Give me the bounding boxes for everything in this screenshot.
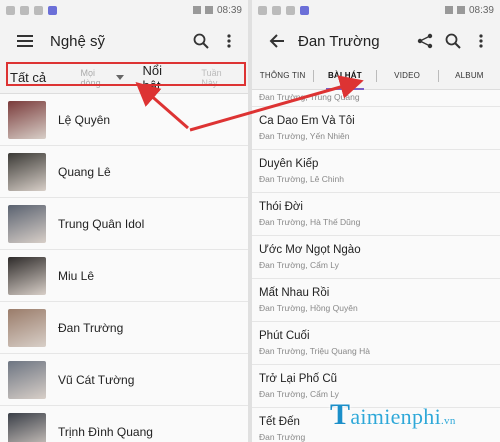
artist-avatar (8, 152, 46, 191)
search-icon[interactable] (442, 30, 464, 52)
signal-icon (444, 6, 453, 14)
more-options-icon[interactable] (218, 30, 240, 52)
search-icon[interactable] (190, 30, 212, 52)
status-bar: 08:39 (0, 0, 248, 20)
song-artists: Đan Trường, Hồng Quyên (259, 303, 358, 313)
artist-name: Quang Lê (58, 164, 111, 179)
song-title: Mất Nhau Rồi (259, 287, 330, 299)
notification-icon (6, 5, 15, 15)
song-row[interactable]: Duyên Kiếp Đan Trường, Lê Chinh (252, 150, 500, 193)
song-row[interactable]: Thói Đời Đan Trường, Hà Thế Dũng (252, 193, 500, 236)
battery-icon (204, 6, 213, 14)
song-artists: Đan Trường, Cẩm Ly (259, 260, 339, 270)
song-artists: Đan Trường, Yến Nhiên (259, 131, 350, 141)
song-row[interactable]: Ca Dao Em Và Tôi Đan Trường, Yến Nhiên (252, 107, 500, 150)
tab-info[interactable]: THÔNG TIN (252, 62, 313, 90)
artist-name: Miu Lê (58, 268, 95, 283)
notification-icon (272, 5, 281, 15)
status-time: 08:39 (468, 4, 494, 16)
app-bar: Nghệ sỹ (0, 20, 248, 62)
song-title: Ca Dao Em Và Tôi (259, 115, 355, 127)
artist-name: Trung Quân Idol (58, 216, 145, 231)
status-time: 08:39 (216, 4, 242, 16)
filter-week-dropdown[interactable]: Tuần Này (201, 68, 238, 88)
artist-row[interactable]: Trung Quân Idol (0, 198, 248, 250)
artist-detail-screen: 08:39 Đan Trường THÔNG TIN BÀI HÁT VIDEO… (252, 0, 500, 442)
app-icon (300, 5, 309, 15)
song-row[interactable]: Ước Mơ Ngọt Ngào Đan Trường, Cẩm Ly (252, 236, 500, 279)
watermark-logo: Taimienphi.vn (330, 398, 456, 431)
chevron-down-icon[interactable] (116, 75, 125, 80)
song-list: Ca Dao Em Và Tôi Đan Trường, Yến Nhiên Duy… (252, 107, 500, 442)
page-title: Đan Trường (298, 32, 380, 50)
song-title: Phút Cuối (259, 330, 310, 342)
artist-row[interactable]: Vũ Cát Tường (0, 354, 248, 406)
page-title: Nghệ sỹ (50, 32, 106, 50)
tab-album[interactable]: ALBUM (439, 62, 500, 90)
filter-featured[interactable]: Nổi bật (142, 63, 181, 93)
status-bar: 08:39 (252, 0, 500, 20)
more-options-icon[interactable] (470, 30, 492, 52)
song-artists: Đan Trường, Hà Thế Dũng (259, 217, 361, 227)
song-artists: Đan Trường (259, 432, 306, 442)
artist-name: Đan Trường (58, 320, 124, 335)
artist-avatar (8, 360, 46, 399)
battery-icon (456, 6, 465, 14)
artist-row[interactable]: Lệ Quyên (0, 94, 248, 146)
tab-video[interactable]: VIDEO (377, 62, 438, 90)
song-title: Thói Đời (259, 201, 303, 213)
artist-row[interactable]: Quang Lê (0, 146, 248, 198)
app-bar: Đan Trường (252, 20, 500, 62)
song-title: Ước Mơ Ngọt Ngào (259, 244, 361, 256)
tab-songs[interactable]: BÀI HÁT (314, 62, 375, 90)
back-arrow-icon[interactable] (266, 30, 288, 52)
filter-bar: Tất cả Mọi dòng Nổi bật Tuần Này (0, 62, 248, 94)
artists-screen: 08:39 Nghệ sỹ Tất cả Mọi dòng Nổi bật Tu… (0, 0, 248, 442)
artist-row[interactable]: Đan Trường (0, 302, 248, 354)
artist-avatar (8, 412, 46, 442)
song-row[interactable]: Mất Nhau Rồi Đan Trường, Hồng Quyên (252, 279, 500, 322)
share-icon[interactable] (414, 30, 436, 52)
artist-name: Trịnh Đình Quang (58, 424, 153, 439)
song-artists: Đan Trường, Lê Chinh (259, 174, 344, 184)
notification-icon (34, 5, 43, 15)
tab-bar: THÔNG TIN BÀI HÁT VIDEO ALBUM (252, 62, 500, 90)
filter-all[interactable]: Tất cả (10, 70, 53, 85)
song-title: Trở Lại Phố Cũ (259, 373, 338, 385)
artist-avatar (8, 256, 46, 295)
notification-icon (258, 5, 267, 15)
artist-row[interactable]: Miu Lê (0, 250, 248, 302)
song-row[interactable]: Phút Cuối Đan Trường, Triệu Quang Hà (252, 322, 500, 365)
notification-icon (286, 5, 295, 15)
artist-avatar (8, 308, 46, 347)
song-title: Duyên Kiếp (259, 158, 319, 170)
signal-icon (192, 6, 201, 14)
artist-avatar (8, 100, 46, 139)
artist-row[interactable]: Trịnh Đình Quang (0, 406, 248, 442)
artist-name: Lệ Quyên (58, 112, 111, 127)
artist-list: Lệ Quyên Quang Lê Trung Quân Idol Miu Lê Đan… (0, 94, 248, 442)
filter-genre-dropdown[interactable]: Mọi dòng (81, 68, 117, 88)
artist-name: Vũ Cát Tường (58, 372, 135, 387)
menu-icon[interactable] (14, 30, 36, 52)
song-artists: Đan Trường, Triệu Quang Hà (259, 346, 370, 356)
app-icon (48, 5, 57, 15)
partial-song-subtitle: Đan Trường, Trung Quang (252, 90, 500, 107)
notification-icon (20, 5, 29, 15)
artist-avatar (8, 204, 46, 243)
